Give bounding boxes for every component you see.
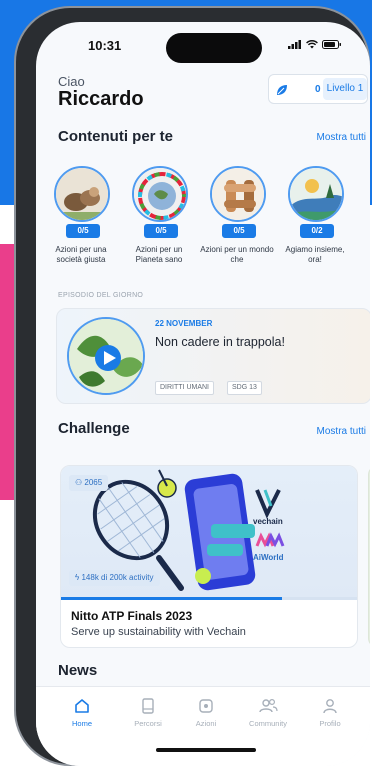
- tab-label: Azioni: [195, 719, 217, 728]
- battery-icon: [322, 40, 341, 49]
- participants-count: 2065: [84, 478, 103, 487]
- tab-label: Percorsi: [134, 719, 162, 728]
- points-level-widget[interactable]: 0 Livello 1: [268, 74, 368, 104]
- episode-tag: SDG 13: [227, 381, 262, 395]
- content-progress-badge: 0/5: [222, 224, 256, 238]
- episode-card[interactable]: 22 NOVEMBER Non cadere in trappola! DIRI…: [56, 308, 370, 404]
- episode-tag: DIRITTI UMANI: [155, 381, 214, 395]
- section-title-news: News: [58, 662, 98, 679]
- challenge-name: Nitto ATP Finals 2023: [71, 609, 193, 623]
- level-badge: Livello 1: [323, 78, 367, 100]
- episode-thumbnail: [67, 317, 145, 395]
- content-label: Azioni per un Pianeta sano: [135, 245, 183, 264]
- activity-count: 148k di 200k activity: [81, 573, 154, 582]
- challenge-image: vechain AiWorld ⚇ 2065 ϟ 148k di 200k ac…: [61, 466, 357, 598]
- tab-label: Profilo: [319, 719, 341, 728]
- challenge-see-all-link[interactable]: Mostra tutti: [317, 426, 366, 437]
- brand-aiworld-text: AiWorld: [253, 553, 284, 562]
- content-thumbnail: [54, 166, 110, 222]
- content-label: Azioni per una società giusta: [55, 245, 107, 264]
- content-thumbnail: [210, 166, 266, 222]
- content-label: Azioni per un mondo che: [200, 245, 274, 264]
- challenge-subtitle: Serve up sustainability with Vechain: [71, 626, 246, 638]
- greeting-text: Ciao: [58, 74, 85, 89]
- user-name: Riccardo: [58, 88, 144, 110]
- phone-frame: 10:31 Ciao Riccardo 0 Livello 1 Contenut…: [14, 6, 370, 766]
- status-time: 10:31: [88, 38, 122, 53]
- tab-profilo[interactable]: Profilo: [300, 697, 360, 728]
- content-progress-badge: 0/5: [144, 224, 178, 238]
- participants-badge: ⚇ 2065: [69, 475, 109, 491]
- community-icon: [259, 698, 278, 713]
- home-icon: [75, 699, 89, 713]
- wifi-icon: [306, 40, 318, 49]
- content-progress-badge: 0/5: [66, 224, 100, 238]
- content-thumbnail: [288, 166, 344, 222]
- next-challenge-card-peek[interactable]: [368, 465, 370, 648]
- content-thumbnail: [132, 166, 188, 222]
- users-icon: ⚇: [75, 478, 85, 487]
- challenge-card[interactable]: vechain AiWorld ⚇ 2065 ϟ 148k di 200k ac…: [60, 465, 358, 648]
- profile-icon: [323, 699, 337, 714]
- system-icons: [288, 40, 342, 49]
- tab-community[interactable]: Community: [238, 697, 298, 728]
- leaf-icon: [277, 85, 287, 95]
- tab-percorsi[interactable]: Percorsi: [118, 697, 178, 728]
- section-title-contents: Contenuti per te: [58, 128, 173, 145]
- challenge-progress-fill: [61, 597, 282, 600]
- signal-icon: [288, 40, 301, 49]
- home-indicator: [156, 748, 256, 752]
- challenge-progress-bar: [61, 597, 357, 600]
- tab-bar: Home Percorsi Azioni Community Profilo: [36, 686, 370, 766]
- status-bar: 10:31: [36, 22, 370, 74]
- content-label: Agiamo insieme, ora!: [285, 245, 345, 264]
- tab-home[interactable]: Home: [52, 697, 112, 728]
- app-screen: 10:31 Ciao Riccardo 0 Livello 1 Contenut…: [36, 22, 370, 766]
- dynamic-island: [166, 33, 262, 63]
- tab-azioni[interactable]: Azioni: [176, 697, 236, 728]
- actions-icon: [199, 699, 213, 713]
- activity-badge: ϟ 148k di 200k activity: [69, 570, 160, 586]
- brand-vechain-text: vechain: [253, 517, 283, 526]
- tab-label: Home: [71, 719, 92, 728]
- points-value: 0: [315, 84, 321, 95]
- book-icon: [142, 698, 154, 714]
- contents-see-all-link[interactable]: Mostra tutti: [317, 132, 366, 143]
- section-title-challenge: Challenge: [58, 420, 130, 437]
- tab-label: Community: [249, 719, 287, 728]
- episode-caption: EPISODIO DEL GIORNO: [58, 292, 144, 299]
- content-progress-badge: 0/2: [300, 224, 334, 238]
- episode-date: 22 NOVEMBER: [155, 319, 213, 328]
- episode-title: Non cadere in trappola!: [155, 335, 285, 349]
